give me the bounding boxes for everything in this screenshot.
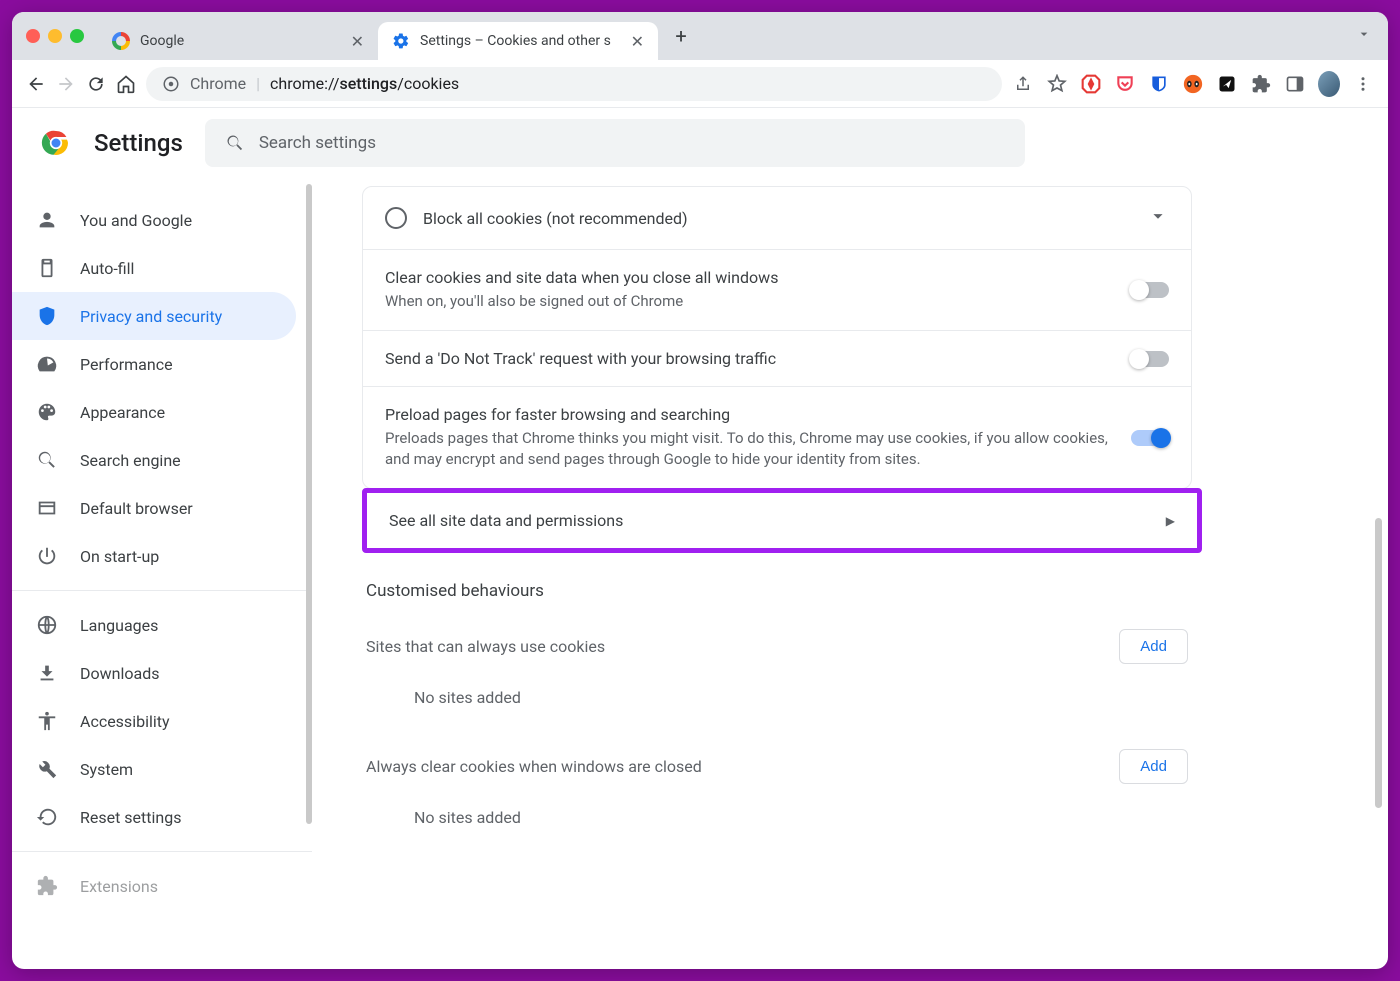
browser-window: Google ✕ Settings – Cookies and other s …: [12, 12, 1388, 969]
chevron-right-icon: ▶: [1166, 514, 1175, 528]
settings-favicon-icon: [392, 32, 410, 50]
chevron-down-icon: [1147, 205, 1169, 231]
close-window-button[interactable]: [26, 29, 40, 43]
person-icon: [36, 209, 58, 231]
settings-header: Settings Search settings: [12, 108, 1388, 178]
add-always-use-button[interactable]: Add: [1119, 629, 1188, 664]
restore-icon: [36, 806, 58, 828]
sidebar: You and Google Auto-fill Privacy and sec…: [12, 178, 312, 969]
toggle-preload[interactable]: [1131, 430, 1169, 446]
new-tab-button[interactable]: +: [664, 19, 698, 53]
sidebar-item-extensions[interactable]: Extensions: [12, 862, 296, 910]
search-icon: [36, 449, 58, 471]
extension-privacy-badger-icon[interactable]: [1182, 73, 1204, 95]
toolbar-actions: [1012, 73, 1374, 95]
tab-google[interactable]: Google ✕: [98, 22, 378, 60]
google-favicon-icon: [112, 32, 130, 50]
sidebar-item-on-startup[interactable]: On start-up: [12, 532, 296, 580]
tab-title: Google: [140, 33, 341, 49]
extension-pocket-icon[interactable]: [1114, 73, 1136, 95]
toggle-dnt[interactable]: [1131, 351, 1169, 367]
settings-body: You and Google Auto-fill Privacy and sec…: [12, 178, 1388, 969]
wrench-icon: [36, 758, 58, 780]
tabs-dropdown-button[interactable]: [1356, 26, 1372, 46]
search-icon: [225, 133, 245, 153]
setting-do-not-track[interactable]: Send a 'Do Not Track' request with your …: [363, 330, 1191, 386]
extension-adblock-icon[interactable]: [1080, 73, 1102, 95]
toolbar: Chrome | chrome://settings/cookies: [12, 60, 1388, 108]
sidebar-item-search-engine[interactable]: Search engine: [12, 436, 296, 484]
sidebar-item-autofill[interactable]: Auto-fill: [12, 244, 296, 292]
chrome-logo-icon: [40, 127, 72, 159]
clipboard-icon: [36, 257, 58, 279]
window-controls: [26, 29, 84, 43]
tab-strip: Google ✕ Settings – Cookies and other s …: [12, 12, 1388, 60]
tab-settings[interactable]: Settings – Cookies and other s ✕: [378, 22, 658, 60]
reload-button[interactable]: [86, 74, 106, 94]
puzzle-icon: [36, 875, 58, 897]
maximize-window-button[interactable]: [70, 29, 84, 43]
bookmark-star-icon[interactable]: [1046, 73, 1068, 95]
sidebar-item-accessibility[interactable]: Accessibility: [12, 697, 296, 745]
palette-icon: [36, 401, 58, 423]
accessibility-icon: [36, 710, 58, 732]
sidebar-item-system[interactable]: System: [12, 745, 296, 793]
sidebar-item-you-and-google[interactable]: You and Google: [12, 196, 296, 244]
profile-avatar[interactable]: [1318, 73, 1340, 95]
sidebar-item-languages[interactable]: Languages: [12, 601, 296, 649]
globe-icon: [36, 614, 58, 636]
omnibox-scheme: Chrome: [190, 74, 246, 93]
power-icon: [36, 545, 58, 567]
search-settings-input[interactable]: Search settings: [205, 119, 1025, 167]
add-always-clear-button[interactable]: Add: [1119, 749, 1188, 784]
sidebar-item-downloads[interactable]: Downloads: [12, 649, 296, 697]
section-customised-behaviours: Customised behaviours: [362, 553, 1192, 611]
setting-clear-on-close[interactable]: Clear cookies and site data when you clo…: [363, 249, 1191, 330]
page-title: Settings: [94, 129, 183, 157]
address-bar[interactable]: Chrome | chrome://settings/cookies: [146, 67, 1002, 101]
sidebar-item-reset-settings[interactable]: Reset settings: [12, 793, 296, 841]
close-tab-button[interactable]: ✕: [351, 32, 364, 51]
browser-icon: [36, 497, 58, 519]
minimize-window-button[interactable]: [48, 29, 62, 43]
speedometer-icon: [36, 353, 58, 375]
setting-preload-pages[interactable]: Preload pages for faster browsing and se…: [363, 386, 1191, 488]
no-sites-label: No sites added: [362, 682, 1192, 731]
kebab-menu-icon[interactable]: [1352, 73, 1374, 95]
share-icon[interactable]: [1012, 73, 1034, 95]
no-sites-label-2: No sites added: [362, 802, 1192, 851]
toggle-clear-on-close[interactable]: [1131, 282, 1169, 298]
radio-icon: [385, 207, 407, 229]
site-info-icon: [162, 75, 180, 93]
main-content: Block all cookies (not recommended) Clea…: [312, 178, 1388, 969]
tab-title: Settings – Cookies and other s: [420, 33, 621, 49]
sidebar-item-performance[interactable]: Performance: [12, 340, 296, 388]
forward-button[interactable]: [56, 74, 76, 94]
back-button[interactable]: [26, 74, 46, 94]
sidebar-divider: [12, 590, 312, 591]
extension-send-icon[interactable]: [1216, 73, 1238, 95]
sidebar-item-default-browser[interactable]: Default browser: [12, 484, 296, 532]
extensions-puzzle-icon[interactable]: [1250, 73, 1272, 95]
side-panel-icon[interactable]: [1284, 73, 1306, 95]
shield-icon: [36, 305, 58, 327]
see-all-site-data-button[interactable]: See all site data and permissions ▶: [362, 488, 1202, 553]
close-tab-button[interactable]: ✕: [631, 32, 644, 51]
row-always-clear-cookies: Always clear cookies when windows are cl…: [362, 731, 1192, 802]
home-button[interactable]: [116, 74, 136, 94]
option-block-all-cookies[interactable]: Block all cookies (not recommended): [363, 187, 1191, 249]
row-sites-always-use-cookies: Sites that can always use cookies Add: [362, 611, 1192, 682]
sidebar-divider: [12, 851, 312, 852]
sidebar-item-appearance[interactable]: Appearance: [12, 388, 296, 436]
sidebar-item-privacy-security[interactable]: Privacy and security: [12, 292, 296, 340]
cookies-card: Block all cookies (not recommended) Clea…: [362, 186, 1192, 489]
extension-bitwarden-icon[interactable]: [1148, 73, 1170, 95]
download-icon: [36, 662, 58, 684]
search-placeholder: Search settings: [259, 133, 376, 153]
